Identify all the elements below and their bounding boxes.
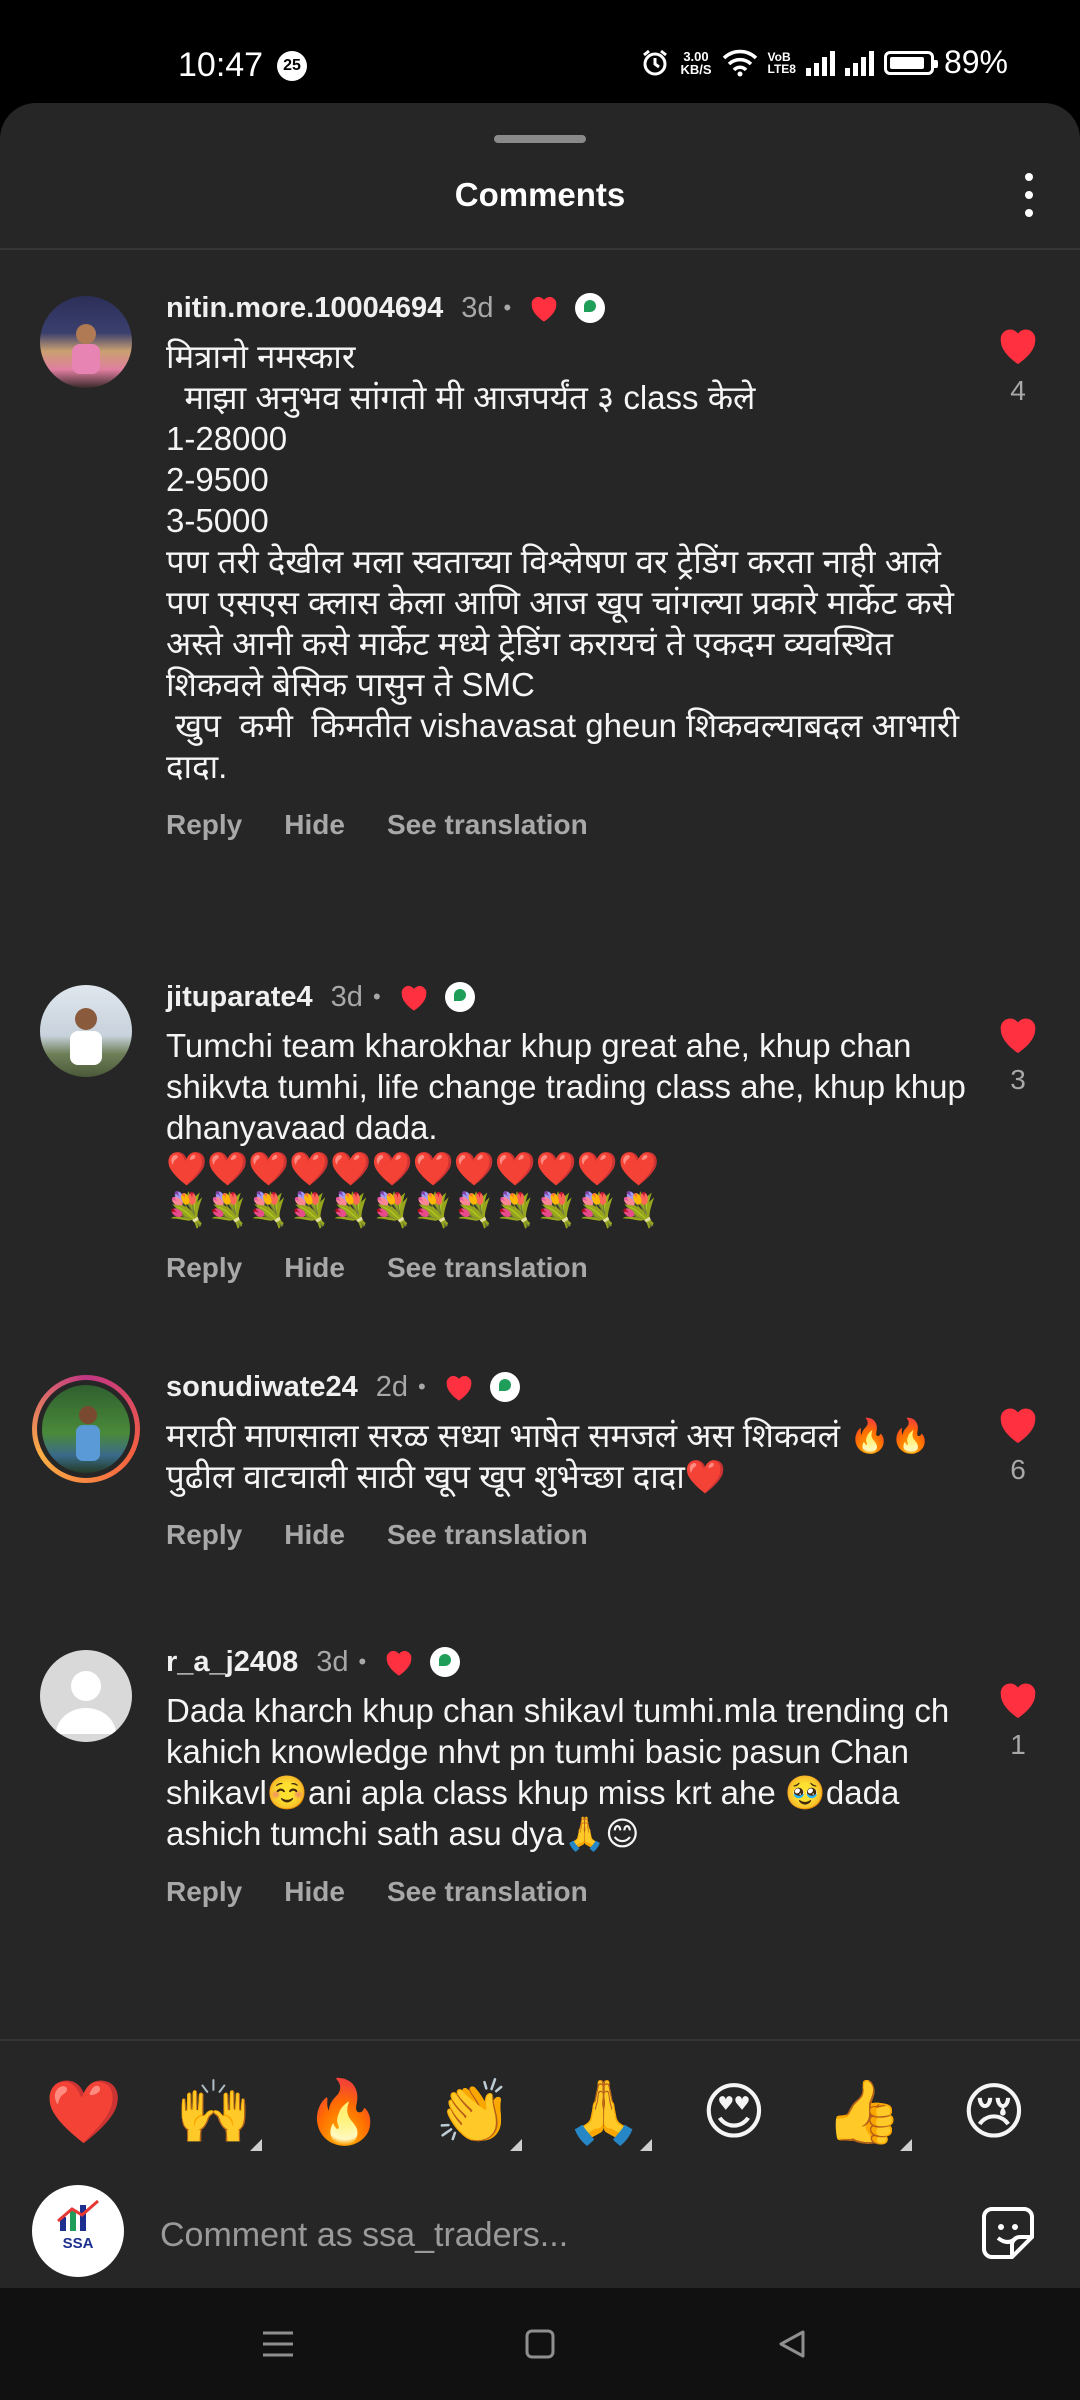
heart-icon <box>1000 329 1036 365</box>
skin-tone-indicator-icon <box>250 2139 262 2151</box>
skin-tone-indicator-icon <box>900 2139 912 2151</box>
recents-button[interactable] <box>250 2316 306 2372</box>
signal-icon-sim2 <box>844 50 874 76</box>
comment-composer: SSA <box>0 2185 1080 2285</box>
separator-dot: • <box>358 1649 367 1674</box>
see-translation-button[interactable]: See translation <box>387 1519 588 1551</box>
back-button[interactable] <box>764 2316 820 2372</box>
reaction-thumbs-up-button[interactable]: 👍 <box>824 2073 912 2153</box>
creator-liked-heart-icon <box>442 1372 476 1402</box>
status-icons: 3.00 KB/S VoB LTE8 89% <box>640 44 1008 81</box>
hide-button[interactable]: Hide <box>284 809 345 841</box>
like-button[interactable]: 3 <box>988 1013 1048 1096</box>
comment-time: 3d <box>461 291 494 324</box>
hide-button[interactable]: Hide <box>284 1519 345 1551</box>
volte-indicator: VoB LTE8 <box>767 49 796 76</box>
hide-button[interactable]: Hide <box>284 1876 345 1908</box>
creator-liked-heart-icon <box>382 1647 416 1677</box>
reaction-pray-button[interactable]: 🙏 <box>564 2073 652 2153</box>
own-avatar-label: SSA <box>62 2235 94 2252</box>
comment-time: 2d <box>375 1370 409 1403</box>
header-divider <box>0 248 1080 250</box>
skin-tone-indicator-icon <box>640 2139 652 2151</box>
reply-button[interactable]: Reply <box>166 809 242 841</box>
comment-username[interactable]: r_a_j2408 <box>166 1646 298 1679</box>
heart-icon <box>1000 1018 1036 1054</box>
creator-avatar-icon <box>444 982 475 1012</box>
status-time: 10:47 <box>178 46 264 84</box>
separator-dot: • <box>418 1374 426 1399</box>
battery-percent: 89% <box>943 44 1008 80</box>
like-button[interactable]: 6 <box>988 1403 1048 1486</box>
see-translation-button[interactable]: See translation <box>387 1252 588 1284</box>
square-icon <box>525 2329 555 2359</box>
creator-avatar-icon <box>489 1372 520 1402</box>
comment-text: मराठी माणसाला सरळ सध्या भाषेत समजलं अस श… <box>166 1417 932 1495</box>
like-count: 3 <box>1010 1064 1026 1095</box>
avatar[interactable] <box>40 985 132 1077</box>
status-bar: 10:47 25 3.00 KB/S VoB LTE8 89% <box>0 0 1080 105</box>
comment-username[interactable]: nitin.more.10004694 <box>166 292 443 325</box>
battery-icon <box>883 50 938 75</box>
see-translation-button[interactable]: See translation <box>387 1876 588 1908</box>
reply-button[interactable]: Reply <box>166 1519 242 1551</box>
comment-username[interactable]: sonudiwate24 <box>166 1371 358 1404</box>
reply-button[interactable]: Reply <box>166 1252 242 1284</box>
comment-input[interactable] <box>160 2209 900 2261</box>
network-speed: 3.00 KB/S <box>680 48 712 77</box>
heart-icon <box>1000 1683 1036 1719</box>
comment-text: Dada kharch khup chan shikavl tumhi.mla … <box>166 1692 959 1852</box>
more-options-icon[interactable] <box>1024 173 1034 217</box>
avatar[interactable] <box>40 1650 132 1742</box>
heart-icon <box>1000 1408 1036 1444</box>
comment-username[interactable]: jituparate4 <box>166 981 313 1014</box>
reaction-fire-button[interactable]: 🔥 <box>304 2073 384 2153</box>
like-count: 6 <box>1010 1454 1026 1485</box>
home-button[interactable] <box>512 2316 568 2372</box>
drag-handle[interactable] <box>494 135 586 143</box>
creator-avatar-icon <box>575 293 606 323</box>
separator-dot: • <box>372 984 381 1009</box>
creator-avatar-icon <box>430 1647 461 1677</box>
ssa-logo-icon <box>57 2199 99 2231</box>
reaction-crying-button[interactable]: 😢 <box>954 2073 1034 2153</box>
like-button[interactable]: 4 <box>988 324 1048 407</box>
comments-sheet: Comments nitin.more.10004694 3d • मित्रा… <box>0 103 1080 2288</box>
see-translation-button[interactable]: See translation <box>387 809 588 841</box>
system-navigation-bar <box>0 2288 1080 2400</box>
avatar[interactable] <box>32 1375 140 1483</box>
alarm-icon <box>643 49 668 75</box>
avatar[interactable] <box>40 296 132 388</box>
notification-count-badge: 25 <box>277 51 307 81</box>
sheet-title: Comments <box>454 176 626 213</box>
hide-button[interactable]: Hide <box>284 1252 345 1284</box>
separator-dot: • <box>503 295 512 320</box>
reaction-raised-hands-button[interactable]: 🙌 <box>174 2073 262 2153</box>
comment-time: 3d <box>330 980 363 1013</box>
comment-time: 3d <box>316 1645 349 1678</box>
own-avatar: SSA <box>32 2185 124 2277</box>
reaction-clap-button[interactable]: 👏 <box>434 2073 522 2153</box>
wifi-icon <box>722 49 757 76</box>
signal-icon-sim1 <box>805 50 835 76</box>
comment-text: Tumchi team kharokhar khup great ahe, kh… <box>166 1027 966 1228</box>
sticker-icon[interactable] <box>978 2203 1038 2263</box>
quick-reactions-bar: ❤️ 🙌 🔥 👏 🙏 😍 👍 😢 <box>0 2039 1080 2186</box>
menu-icon <box>263 2331 293 2357</box>
like-count: 4 <box>1010 375 1026 406</box>
like-count: 1 <box>1010 1729 1026 1760</box>
skin-tone-indicator-icon <box>510 2139 522 2151</box>
default-avatar-icon <box>56 1671 116 1734</box>
back-triangle-icon <box>779 2330 805 2358</box>
reaction-heart-eyes-button[interactable]: 😍 <box>694 2073 774 2153</box>
creator-liked-heart-icon <box>527 293 561 323</box>
creator-liked-heart-icon <box>397 982 431 1012</box>
comment-text: मित्रानो नमस्कार माझा अनुभव सांगतो मी आज… <box>166 338 960 785</box>
reply-button[interactable]: Reply <box>166 1876 242 1908</box>
like-button[interactable]: 1 <box>988 1678 1048 1761</box>
reaction-heart-button[interactable]: ❤️ <box>44 2073 124 2153</box>
